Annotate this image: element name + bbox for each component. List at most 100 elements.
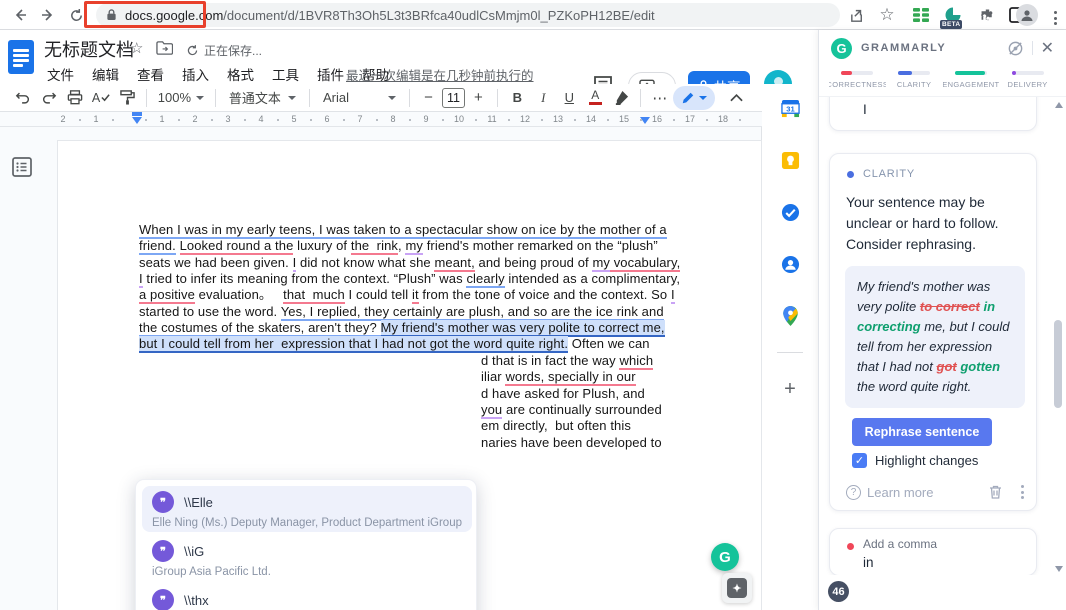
- highlight-changes-label: Highlight changes: [875, 453, 978, 468]
- scrollbar-thumb[interactable]: [1054, 320, 1062, 408]
- grammarly-logo: G: [831, 38, 852, 59]
- ruler-tick: [541, 119, 543, 121]
- font-select[interactable]: Arial: [317, 86, 402, 110]
- collapse-toolbar-icon[interactable]: [724, 86, 748, 110]
- metric-clarity[interactable]: CLARITY: [886, 68, 943, 94]
- document-title[interactable]: 无标题文档: [44, 36, 134, 62]
- forward-icon[interactable]: [38, 5, 58, 25]
- metric-engagement[interactable]: ENGAGEMENT: [943, 68, 1000, 94]
- tasks-icon[interactable]: [780, 202, 800, 222]
- menu-item-4[interactable]: 格式: [220, 62, 261, 86]
- ruler-number: 8: [390, 114, 395, 124]
- google-docs-logo[interactable]: [8, 40, 34, 74]
- highlight-changes-checkbox[interactable]: ✓: [852, 453, 867, 468]
- zoom-select[interactable]: 100%: [154, 86, 208, 110]
- undo-icon[interactable]: [11, 86, 35, 110]
- print-icon[interactable]: [63, 86, 87, 110]
- decrease-font-icon[interactable]: −: [417, 86, 441, 110]
- ruler-tick: [376, 119, 378, 121]
- ruler-number: 16: [652, 114, 662, 124]
- menu-item-2[interactable]: 查看: [130, 62, 171, 86]
- docs-toolbar: A 100% 普通文本 Arial − 11 + B I U A ⋯: [0, 84, 762, 112]
- dismiss-trash-icon[interactable]: [988, 484, 1003, 500]
- ruler-tick: [145, 119, 147, 121]
- url-domain: docs.google.com: [125, 8, 223, 23]
- bookmark-star-icon[interactable]: ☆: [876, 4, 898, 26]
- left-indent-marker[interactable]: [132, 117, 142, 124]
- metric-correctness[interactable]: CORRECTNESS: [829, 68, 886, 94]
- close-panel-icon[interactable]: ✕: [1041, 38, 1054, 58]
- snippet-item[interactable]: ❞\\ElleElle Ning (Ms.) Deputy Manager, P…: [142, 486, 472, 532]
- share-page-icon[interactable]: [846, 4, 868, 26]
- italic-icon[interactable]: I: [531, 86, 555, 110]
- move-to-folder-icon[interactable]: [156, 41, 173, 55]
- help-icon[interactable]: ?: [846, 485, 861, 500]
- snippet-trigger: \\thx: [184, 593, 209, 608]
- paint-format-icon[interactable]: [115, 86, 139, 110]
- browser-menu-icon[interactable]: [1044, 7, 1066, 29]
- beta-extension-icon[interactable]: BETA: [942, 4, 964, 26]
- first-line-indent-marker[interactable]: [132, 112, 142, 116]
- right-indent-marker[interactable]: [640, 117, 650, 124]
- snippet-item[interactable]: ❞\\thxThank you so much!: [142, 584, 472, 610]
- browser-profile-avatar[interactable]: [1016, 4, 1038, 26]
- calendar-icon[interactable]: 31: [780, 98, 800, 118]
- menu-item-1[interactable]: 编辑: [85, 62, 126, 86]
- text-color-icon[interactable]: A: [583, 86, 607, 110]
- last-edit-link[interactable]: 最近一次编辑是在几秒钟前执行的: [346, 65, 534, 84]
- card-options-icon[interactable]: [1021, 485, 1024, 499]
- editing-mode-button[interactable]: [673, 86, 715, 110]
- suggestion-card-rewrite[interactable]: Rewrite the sentence I: [829, 96, 1037, 131]
- scroll-down-icon[interactable]: [1055, 566, 1063, 572]
- green-grid-extension-icon[interactable]: [910, 4, 932, 26]
- rephrase-sentence-button[interactable]: Rephrase sentence: [852, 418, 992, 446]
- get-add-ons-icon[interactable]: +: [780, 379, 800, 399]
- menu-bar: 文件编辑查看插入格式工具插件帮助: [40, 62, 396, 86]
- document-outline-icon[interactable]: [12, 157, 34, 179]
- contacts-icon[interactable]: [780, 254, 800, 274]
- ruler-tick: [211, 119, 213, 121]
- highlight-color-icon[interactable]: [609, 86, 633, 110]
- back-icon[interactable]: [10, 5, 30, 25]
- increase-font-icon[interactable]: +: [466, 86, 490, 110]
- panel-scrollbar[interactable]: [1053, 102, 1063, 572]
- doc-text-line: d that is in fact the way which: [481, 353, 653, 369]
- goals-disabled-icon[interactable]: [1007, 40, 1024, 57]
- edit-mode-caret-icon: [699, 96, 707, 100]
- spellcheck-icon[interactable]: A: [89, 86, 113, 110]
- ruler[interactable]: 21123456789101112131415161718: [0, 112, 762, 127]
- redo-icon[interactable]: [37, 86, 61, 110]
- snippet-item[interactable]: ❞\\iGiGroup Asia Pacific Ltd.: [142, 535, 472, 581]
- menu-item-6[interactable]: 插件: [310, 62, 351, 86]
- divider: [777, 352, 803, 353]
- metric-delivery[interactable]: DELIVERY: [999, 68, 1056, 94]
- menu-item-5[interactable]: 工具: [265, 62, 306, 86]
- sparkle-assistant-button[interactable]: ✦: [722, 573, 752, 603]
- suggestion-card-comma[interactable]: Add a comma in: [829, 528, 1037, 575]
- reload-icon[interactable]: [66, 5, 86, 25]
- doc-text-line: a positive evaluation。 that much I could…: [139, 287, 675, 303]
- lock-icon: [106, 9, 117, 21]
- snippet-suggestion-popup: ❞\\ElleElle Ning (Ms.) Deputy Manager, P…: [135, 479, 477, 610]
- bold-icon[interactable]: B: [505, 86, 529, 110]
- maps-icon[interactable]: [780, 306, 800, 326]
- font-size-input[interactable]: 11: [442, 88, 466, 108]
- suggestion-card-clarity[interactable]: CLARITY Your sentence may be unclear or …: [829, 153, 1037, 511]
- learn-more-link[interactable]: Learn more: [867, 485, 933, 500]
- styles-select[interactable]: 普通文本: [223, 86, 302, 110]
- extensions-puzzle-icon[interactable]: [976, 4, 998, 26]
- ruler-tick: [409, 119, 411, 121]
- menu-item-0[interactable]: 文件: [40, 62, 81, 86]
- scroll-up-icon[interactable]: [1055, 102, 1063, 108]
- menu-item-3[interactable]: 插入: [175, 62, 216, 86]
- star-document-icon[interactable]: ☆: [130, 39, 143, 57]
- ruler-number: 6: [324, 114, 329, 124]
- ruler-tick: [673, 119, 675, 121]
- snippet-preview: Elle Ning (Ms.) Deputy Manager, Product …: [152, 517, 462, 529]
- grammarly-floating-button[interactable]: G: [711, 543, 739, 571]
- underline-icon[interactable]: U: [557, 86, 581, 110]
- address-bar[interactable]: docs.google.com/document/d/1BVR8Th3Oh5L3…: [96, 3, 840, 27]
- suggestion-snippet: in: [863, 555, 874, 570]
- keep-icon[interactable]: [780, 150, 800, 170]
- more-tools-icon[interactable]: ⋯: [648, 86, 672, 110]
